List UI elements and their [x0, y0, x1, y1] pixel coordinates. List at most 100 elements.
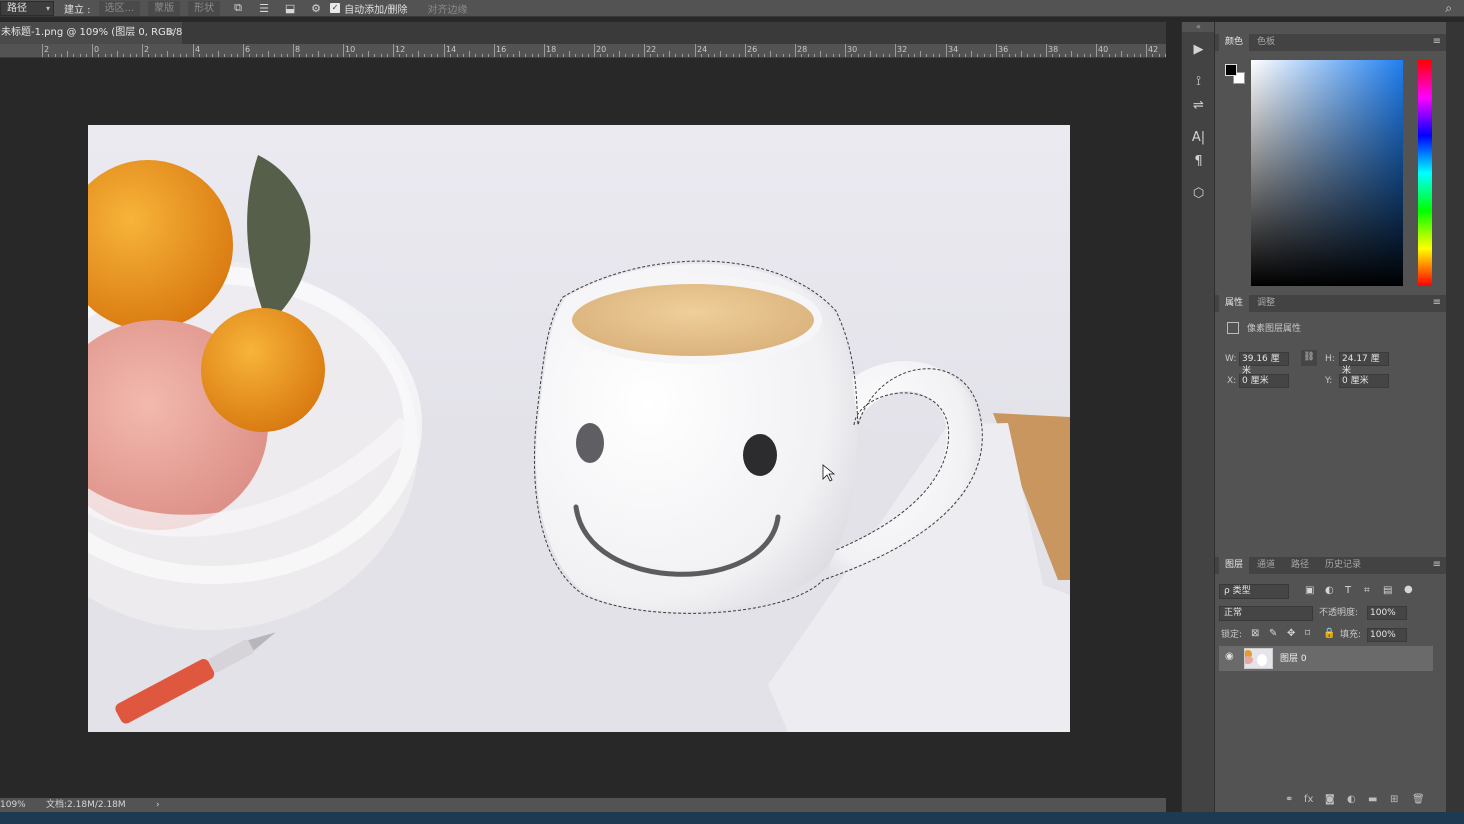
- ruler-tick: [745, 44, 746, 57]
- make-mask-button[interactable]: 蒙版: [148, 0, 181, 16]
- add-mask-icon[interactable]: ◙: [1325, 794, 1335, 805]
- status-bar: 109% 文档:2.18M/2.18M ›: [0, 798, 1166, 812]
- opacity-input[interactable]: 100%: [1367, 606, 1407, 620]
- ruler-tick-label: 10: [345, 45, 356, 54]
- ruler-tick: [343, 44, 344, 57]
- ruler-tick: [644, 44, 645, 57]
- lock-transparency-icon[interactable]: ⊠: [1251, 628, 1259, 639]
- ruler-minor-tick: [1071, 51, 1072, 57]
- pixel-layer-icon: [1227, 322, 1239, 334]
- layers-panel-tabs: 图层 通道 路径 历史记录 ≡: [1215, 557, 1447, 574]
- play-actions-icon[interactable]: ▶: [1182, 42, 1215, 57]
- foreground-color-swatch[interactable]: [1225, 64, 1237, 76]
- path-alignment-icon[interactable]: ☰: [256, 1, 272, 16]
- tab-swatches[interactable]: 色板: [1251, 34, 1281, 51]
- ruler-minor-tick: [1121, 51, 1122, 57]
- new-adjustment-icon[interactable]: ◐: [1347, 794, 1356, 805]
- brush-presets-icon[interactable]: ⟟: [1182, 74, 1215, 89]
- tab-properties[interactable]: 属性: [1219, 295, 1250, 312]
- color-panel-menu-icon[interactable]: ≡: [1433, 36, 1441, 47]
- x-input[interactable]: 0 厘米: [1239, 374, 1289, 388]
- link-layers-icon[interactable]: ⚭: [1285, 794, 1293, 805]
- properties-panel-menu-icon[interactable]: ≡: [1433, 297, 1441, 308]
- ruler-minor-tick: [720, 51, 721, 57]
- document-size: 文档:2.18M/2.18M: [46, 800, 126, 810]
- tab-color[interactable]: 颜色: [1219, 34, 1250, 51]
- zoom-level[interactable]: 109%: [0, 798, 26, 812]
- ruler-tick-label: 18: [546, 45, 557, 54]
- blend-mode-select[interactable]: 正常: [1219, 606, 1313, 621]
- ruler-minor-tick: [218, 51, 219, 57]
- link-dimensions-icon[interactable]: ⛓: [1301, 350, 1317, 366]
- tab-adjustments[interactable]: 调整: [1251, 295, 1281, 312]
- layer-visibility-eye-icon[interactable]: ◉: [1225, 651, 1234, 662]
- gear-icon[interactable]: ⚙: [308, 1, 324, 16]
- ruler-tick: [695, 44, 696, 57]
- layer-effects-icon[interactable]: fx: [1304, 794, 1313, 805]
- delete-layer-icon[interactable]: 🗑: [1412, 794, 1425, 805]
- new-group-icon[interactable]: ▬: [1368, 794, 1377, 805]
- make-selection-button[interactable]: 选区...: [98, 0, 141, 16]
- mode-select-value: 路径: [7, 2, 27, 14]
- width-input[interactable]: 39.16 厘米: [1239, 352, 1289, 376]
- make-shape-button[interactable]: 形状: [188, 0, 221, 16]
- close-tab-icon[interactable]: ×: [167, 22, 175, 44]
- path-operations-icon[interactable]: ⧉: [230, 1, 246, 16]
- filter-type-icon[interactable]: T: [1345, 585, 1351, 596]
- ruler-tick-label: 8: [295, 45, 301, 54]
- path-arrangement-icon[interactable]: ⬓: [282, 1, 298, 16]
- layer-filter-select[interactable]: ρ 类型: [1219, 584, 1289, 599]
- tab-paths[interactable]: 路径: [1285, 557, 1315, 574]
- auto-add-delete-checkbox[interactable]: ✓: [330, 3, 341, 13]
- paragraph-icon[interactable]: ¶: [1182, 154, 1215, 169]
- horizontal-ruler[interactable]: 2 0 2 4 6 8 10 12 14 16 18 20 22 24 26 28 30 32 34 36 38 40 42: [0, 44, 1166, 58]
- ruler-tick: [494, 44, 495, 57]
- hue-slider[interactable]: [1418, 60, 1432, 286]
- opacity-label: 不透明度:: [1319, 608, 1359, 618]
- new-layer-icon[interactable]: ⊞: [1390, 794, 1398, 805]
- filter-adjustment-icon[interactable]: ◐: [1325, 585, 1334, 596]
- ruler-tick-label: 42: [1148, 45, 1159, 54]
- 3d-cube-icon[interactable]: ⬡: [1182, 186, 1215, 201]
- mode-select[interactable]: 路径 ▾: [0, 0, 54, 16]
- ruler-tick-label: 40: [1098, 45, 1109, 54]
- lock-position-icon[interactable]: ✥: [1287, 628, 1295, 639]
- ruler-minor-tick: [519, 51, 520, 57]
- filter-pixel-icon[interactable]: ▣: [1305, 585, 1314, 596]
- document-image[interactable]: [88, 125, 1070, 732]
- color-picker-field[interactable]: [1251, 60, 1403, 286]
- properties-title: 像素图层属性: [1247, 324, 1302, 334]
- search-icon[interactable]: ⌕: [1445, 1, 1452, 16]
- character-icon[interactable]: A|: [1182, 130, 1215, 145]
- adjustments-icon[interactable]: ⇌: [1182, 98, 1215, 113]
- ruler-minor-tick: [870, 51, 871, 57]
- filter-shape-icon[interactable]: ⌗: [1364, 585, 1370, 596]
- collapse-strip-icon[interactable]: «: [1182, 22, 1215, 32]
- lock-label: 锁定:: [1221, 630, 1243, 640]
- tab-layers[interactable]: 图层: [1219, 557, 1250, 574]
- ruler-tick: [895, 44, 896, 57]
- layer-row[interactable]: ◉ 图层 0: [1219, 646, 1433, 671]
- ruler-minor-tick: [117, 51, 118, 57]
- filter-toggle-icon[interactable]: ●: [1404, 584, 1413, 595]
- ruler-tick-label: 4: [195, 45, 201, 54]
- status-menu-arrow[interactable]: ›: [156, 798, 160, 812]
- color-panel-tabs: 颜色 色板 ≡: [1215, 34, 1447, 51]
- filter-smart-object-icon[interactable]: ▤: [1383, 585, 1392, 596]
- height-input[interactable]: 24.17 厘米: [1339, 352, 1389, 376]
- y-label: Y:: [1325, 376, 1333, 386]
- lock-all-icon[interactable]: 🔒: [1323, 628, 1335, 639]
- tab-channels[interactable]: 通道: [1251, 557, 1281, 574]
- layer-name: 图层 0: [1280, 654, 1307, 664]
- canvas-area[interactable]: [0, 58, 1166, 798]
- document-tab[interactable]: 未标题-1.png @ 109% (图层 0, RGB/8) * ×: [0, 22, 182, 44]
- y-input[interactable]: 0 厘米: [1339, 374, 1389, 388]
- lock-artboard-icon[interactable]: ⌑: [1305, 628, 1310, 639]
- tab-history[interactable]: 历史记录: [1319, 557, 1367, 574]
- ruler-minor-tick: [770, 51, 771, 57]
- layers-panel-menu-icon[interactable]: ≡: [1433, 559, 1441, 570]
- lock-pixels-icon[interactable]: ✎: [1269, 628, 1277, 639]
- height-label: H:: [1325, 354, 1335, 364]
- align-edges-label[interactable]: 对齐边缘: [427, 1, 467, 16]
- fill-input[interactable]: 100%: [1367, 628, 1407, 642]
